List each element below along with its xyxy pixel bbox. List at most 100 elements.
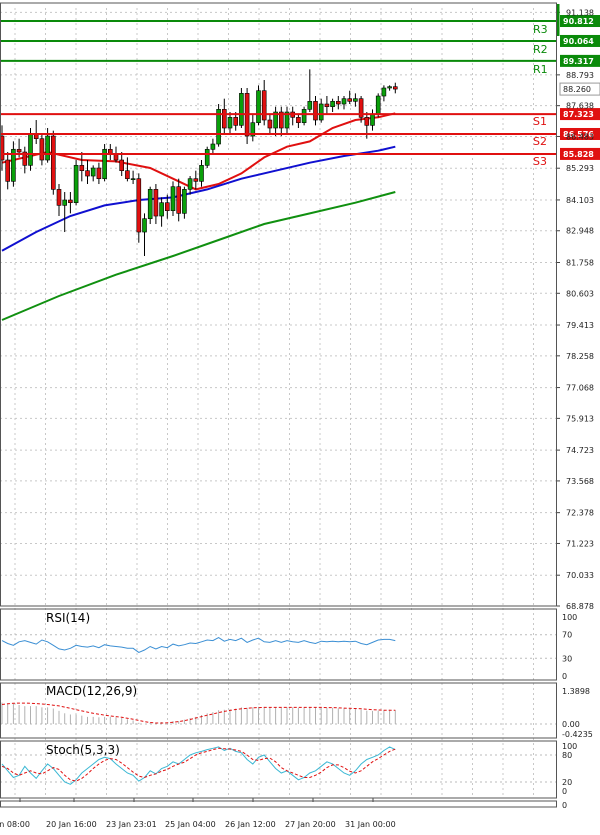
time-tick-label: 20 Jan 16:00 bbox=[46, 820, 97, 829]
macd-title: MACD(12,26,9) bbox=[46, 684, 137, 698]
price-tick-label: 74.723 bbox=[566, 446, 594, 455]
candle-body bbox=[142, 218, 147, 233]
stoch-title: Stoch(5,3,3) bbox=[46, 743, 120, 757]
candle bbox=[73, 160, 79, 206]
candle-body bbox=[199, 165, 204, 182]
candle-body bbox=[227, 117, 233, 129]
candle-body bbox=[307, 101, 313, 110]
candle-body bbox=[301, 109, 307, 123]
candle-body bbox=[165, 202, 170, 211]
candle-body bbox=[364, 117, 370, 126]
candle bbox=[170, 181, 176, 217]
candle bbox=[239, 88, 244, 129]
time-tick-label: Jan 08:00 bbox=[0, 820, 30, 829]
candle-body bbox=[50, 135, 56, 190]
level-value-s3: 85.828 bbox=[563, 150, 594, 159]
candle-body bbox=[370, 114, 375, 126]
price-tick-label: 70.033 bbox=[566, 571, 594, 580]
price-chart: R390.812R290.064R189.317S187.323S286.576… bbox=[0, 0, 600, 835]
candle-body bbox=[210, 143, 216, 150]
candle-body bbox=[79, 165, 85, 171]
level-name-r1: R1 bbox=[533, 63, 548, 76]
macd-tick-label: 1.3898 bbox=[562, 687, 590, 696]
rsi-title: RSI(14) bbox=[46, 611, 90, 625]
candle bbox=[102, 144, 107, 182]
candle-body bbox=[222, 109, 227, 129]
candle-body bbox=[204, 149, 210, 166]
price-tick-label: 85.293 bbox=[566, 164, 594, 173]
candle-body bbox=[170, 186, 176, 211]
level-value-r2: 90.064 bbox=[563, 37, 594, 46]
price-tick-label: 88.793 bbox=[566, 71, 594, 80]
candle-body bbox=[45, 135, 50, 161]
price-tick-label: 77.068 bbox=[566, 384, 594, 393]
candle-body bbox=[318, 103, 324, 121]
price-tick-label: 84.103 bbox=[566, 196, 594, 205]
candle bbox=[256, 85, 261, 126]
candle-body bbox=[324, 103, 330, 107]
candle-body bbox=[119, 159, 124, 171]
candle-body bbox=[176, 186, 181, 214]
candle-body bbox=[62, 199, 68, 206]
candle-body bbox=[130, 178, 136, 180]
candle-body bbox=[68, 199, 73, 203]
last-price-value: 88.260 bbox=[563, 85, 591, 94]
macd-tick-label: 0.00 bbox=[562, 720, 580, 729]
price-tick-label: 81.758 bbox=[566, 258, 594, 267]
price-tick-label: 82.948 bbox=[566, 227, 594, 236]
bottom-strip-tick: 0 bbox=[562, 801, 567, 810]
macd-tick-label: -0.4235 bbox=[562, 730, 593, 739]
level-name-s2: S2 bbox=[533, 135, 547, 148]
time-tick-label: 23 Jan 23:01 bbox=[106, 820, 157, 829]
candle-body bbox=[159, 202, 164, 217]
candle-body bbox=[330, 101, 335, 107]
candle bbox=[244, 88, 250, 145]
candle-body bbox=[182, 189, 187, 214]
candle bbox=[204, 146, 210, 169]
price-tick-label: 91.138 bbox=[566, 8, 594, 17]
candle-body bbox=[85, 170, 90, 177]
level-value-r3: 90.812 bbox=[563, 17, 594, 26]
candle-body bbox=[28, 133, 33, 166]
candle-body bbox=[256, 90, 261, 123]
candle bbox=[136, 173, 142, 243]
price-tick-label: 79.413 bbox=[566, 321, 594, 330]
candle-body bbox=[233, 117, 238, 126]
price-tick-label: 71.223 bbox=[566, 539, 594, 548]
stoch-tick-label: 0 bbox=[562, 787, 567, 796]
candle bbox=[147, 186, 153, 225]
rsi-tick-label: 70 bbox=[562, 631, 572, 640]
rsi-tick-label: 30 bbox=[562, 654, 572, 663]
level-value-s1: 87.323 bbox=[563, 110, 594, 119]
candle-body bbox=[16, 149, 22, 153]
time-tick-label: 31 Jan 00:00 bbox=[345, 820, 396, 829]
candle-body bbox=[267, 119, 273, 129]
time-tick-label: 26 Jan 12:00 bbox=[225, 820, 276, 829]
candle-body bbox=[375, 95, 381, 115]
candle-body bbox=[335, 101, 341, 105]
price-tick-label: 86.483 bbox=[566, 132, 594, 141]
candle-body bbox=[147, 189, 153, 219]
candle-body bbox=[187, 178, 193, 190]
candle-body bbox=[381, 87, 387, 97]
price-tick-label: 68.878 bbox=[566, 602, 594, 611]
price-tick-label: 75.913 bbox=[566, 414, 594, 423]
candle-body bbox=[56, 189, 62, 206]
time-tick-label: 25 Jan 04:00 bbox=[165, 820, 216, 829]
candle-body bbox=[193, 178, 199, 182]
rsi-tick-label: 0 bbox=[562, 672, 567, 681]
candle-body bbox=[5, 159, 10, 182]
price-tick-label: 80.603 bbox=[566, 289, 594, 298]
candle-body bbox=[39, 138, 45, 161]
price-tick-label: 87.638 bbox=[566, 102, 594, 111]
candle-body bbox=[153, 189, 159, 217]
level-name-s1: S1 bbox=[533, 115, 547, 128]
candle-body bbox=[341, 98, 347, 105]
candle-body bbox=[313, 101, 318, 121]
candle-body bbox=[296, 117, 301, 123]
candle bbox=[301, 106, 307, 126]
level-name-s3: S3 bbox=[533, 155, 547, 168]
candle-body bbox=[261, 90, 267, 121]
level-value-r1: 89.317 bbox=[563, 57, 594, 66]
candle-body bbox=[113, 154, 119, 161]
